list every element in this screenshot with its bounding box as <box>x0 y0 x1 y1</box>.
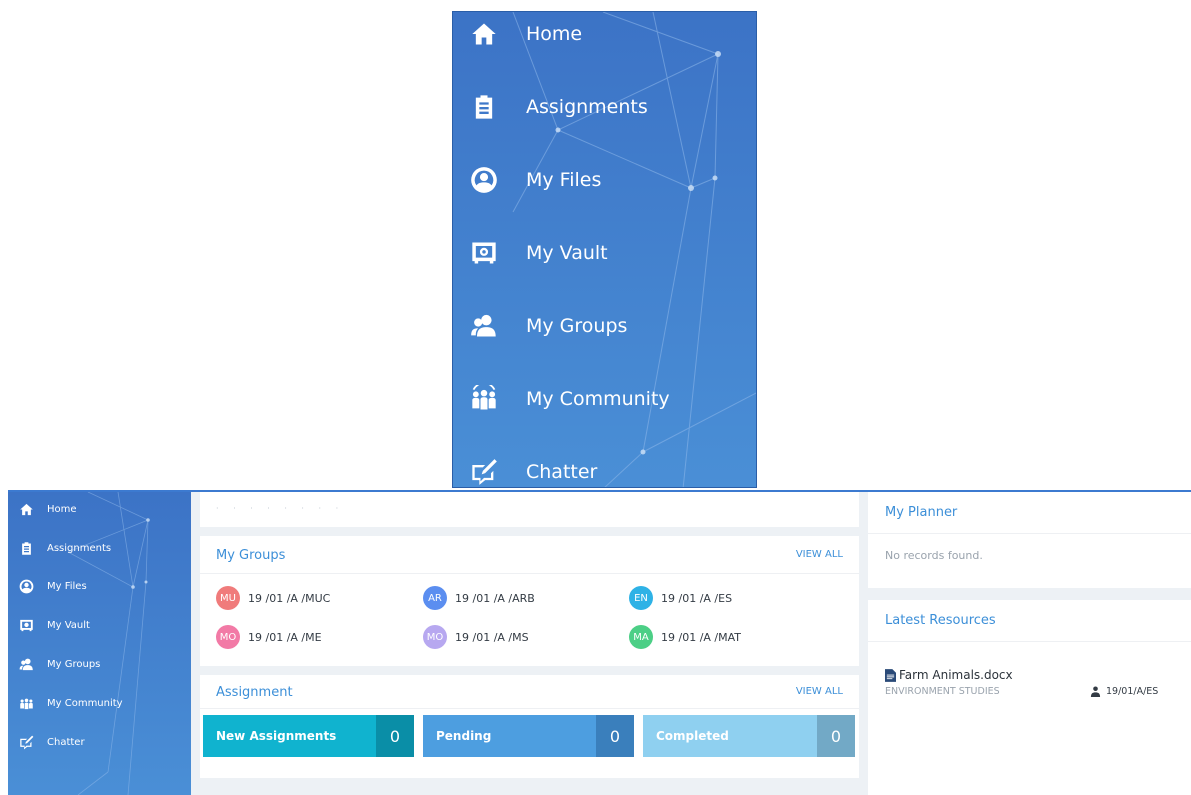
card-header: My Planner <box>868 492 1191 534</box>
dashboard-screenshot: Home Assignments My Files My Vault My Gr… <box>8 490 1191 795</box>
sidebar-item-my-groups[interactable]: My Groups <box>18 654 100 674</box>
card-header: My Groups VIEW ALL <box>200 536 859 574</box>
card-header: Assignment VIEW ALL <box>200 675 859 709</box>
group-item[interactable]: AR 19 /01 /A /ARB <box>423 586 535 610</box>
sidebar-item-label: Home <box>47 503 77 515</box>
sidebar-item-my-vault[interactable]: My Vault <box>18 615 90 635</box>
group-item[interactable]: EN 19 /01 /A /ES <box>629 586 733 610</box>
menu-item-label: Assignments <box>526 96 648 118</box>
group-icon <box>18 656 34 672</box>
my-groups-view-all-link[interactable]: VIEW ALL <box>796 549 843 560</box>
group-name: 19 /01 /A /MUC <box>248 591 331 605</box>
group-avatar: EN <box>629 586 653 610</box>
teacher-icon <box>1090 686 1101 697</box>
chat-edit-icon <box>18 734 34 750</box>
home-icon <box>469 19 499 49</box>
group-avatar: MU <box>216 586 240 610</box>
menu-item-my-community[interactable]: My Community <box>469 379 670 419</box>
group-name: 19 /01 /A /MAT <box>661 630 742 644</box>
new-assignments-tile[interactable]: New Assignments 0 <box>203 715 414 757</box>
menu-item-home[interactable]: Home <box>469 14 582 54</box>
group-item[interactable]: MA 19 /01 /A /MAT <box>629 625 742 649</box>
sidebar-item-home[interactable]: Home <box>18 499 77 519</box>
menu-item-my-vault[interactable]: My Vault <box>469 233 608 273</box>
pending-tile[interactable]: Pending 0 <box>423 715 634 757</box>
group-avatar: MO <box>423 625 447 649</box>
menu-item-my-groups[interactable]: My Groups <box>469 306 627 346</box>
latest-resources-title: Latest Resources <box>885 613 996 628</box>
community-icon <box>18 695 34 711</box>
user-circle-icon <box>18 578 34 594</box>
menu-item-label: Chatter <box>526 461 598 483</box>
my-planner-title: My Planner <box>885 505 958 520</box>
stat-count: 0 <box>596 715 634 757</box>
sidebar-item-label: My Community <box>47 697 123 709</box>
resource-item[interactable]: Farm Animals.docx ENVIRONMENT STUDIES 19… <box>885 668 1191 704</box>
group-item[interactable]: MO 19 /01 /A /MS <box>423 625 529 649</box>
menu-item-label: My Vault <box>526 242 608 264</box>
stat-count: 0 <box>817 715 855 757</box>
assignment-view-all-link[interactable]: VIEW ALL <box>796 686 843 697</box>
completed-tile[interactable]: Completed 0 <box>643 715 855 757</box>
assignment-title: Assignment <box>216 685 293 700</box>
menu-item-label: My Groups <box>526 315 628 337</box>
group-icon <box>469 311 499 341</box>
resource-group-label: 19/01/A/ES <box>1106 686 1159 697</box>
chat-edit-icon <box>469 457 499 487</box>
assignment-card: Assignment VIEW ALL New Assignments 0 Pe… <box>200 675 859 778</box>
sidebar-item-my-files[interactable]: My Files <box>18 576 87 596</box>
sidebar: Home Assignments My Files My Vault My Gr… <box>8 492 191 795</box>
latest-resources-card: Latest Resources Farm Animals.docx ENVIR… <box>868 600 1191 795</box>
resource-file-link[interactable]: Farm Animals.docx <box>885 668 1013 682</box>
vault-icon <box>18 617 34 633</box>
group-name: 19 /01 /A /ARB <box>455 591 535 605</box>
menu-item-label: My Files <box>526 169 602 191</box>
partial-card: · · · · · · · · <box>200 492 859 527</box>
stat-label: Pending <box>436 729 492 743</box>
sidebar-item-my-community[interactable]: My Community <box>18 693 123 713</box>
clipboard-icon <box>18 540 34 556</box>
sidebar-menu-enlarged: Home Assignments My Files My Vault My Gr… <box>452 11 757 488</box>
group-avatar: MA <box>629 625 653 649</box>
sidebar-item-label: Assignments <box>47 542 112 554</box>
my-planner-card: My Planner No records found. <box>868 492 1191 588</box>
group-item[interactable]: MO 19 /01 /A /ME <box>216 625 322 649</box>
community-icon <box>469 384 499 414</box>
menu-item-label: Home <box>526 23 583 45</box>
menu-item-label: My Community <box>526 388 670 410</box>
stat-count: 0 <box>376 715 414 757</box>
stat-label: Completed <box>656 729 729 743</box>
vault-icon <box>469 238 499 268</box>
group-avatar: AR <box>423 586 447 610</box>
sidebar-item-chatter[interactable]: Chatter <box>18 732 85 752</box>
resource-file-name: Farm Animals.docx <box>899 668 1013 682</box>
stat-label: New Assignments <box>216 729 337 743</box>
group-name: 19 /01 /A /MS <box>455 630 529 644</box>
document-icon <box>885 668 896 682</box>
planner-empty-message: No records found. <box>885 549 983 562</box>
home-icon <box>18 501 34 517</box>
user-circle-icon <box>469 165 499 195</box>
sidebar-item-label: My Vault <box>47 619 90 631</box>
group-avatar: MO <box>216 625 240 649</box>
page: Home Assignments My Files My Vault My Gr… <box>0 0 1191 795</box>
sidebar-item-label: My Files <box>47 580 87 592</box>
menu-item-my-files[interactable]: My Files <box>469 160 601 200</box>
group-name: 19 /01 /A /ES <box>661 591 733 605</box>
my-groups-title: My Groups <box>216 548 286 563</box>
menu-item-chatter[interactable]: Chatter <box>469 452 598 487</box>
card-header: Latest Resources <box>868 600 1191 642</box>
resource-subject: ENVIRONMENT STUDIES <box>885 686 1000 697</box>
sidebar-item-label: My Groups <box>47 658 101 670</box>
sidebar-item-label: Chatter <box>47 736 85 748</box>
resource-group: 19/01/A/ES <box>1090 686 1158 697</box>
menu-item-assignments[interactable]: Assignments <box>469 87 648 127</box>
my-groups-card: My Groups VIEW ALL MU 19 /01 /A /MUC AR … <box>200 536 859 666</box>
sidebar-item-assignments[interactable]: Assignments <box>18 538 111 558</box>
clipboard-icon <box>469 92 499 122</box>
group-item[interactable]: MU 19 /01 /A /MUC <box>216 586 331 610</box>
cut-off-text: · · · · · · · · <box>216 504 345 513</box>
group-name: 19 /01 /A /ME <box>248 630 322 644</box>
